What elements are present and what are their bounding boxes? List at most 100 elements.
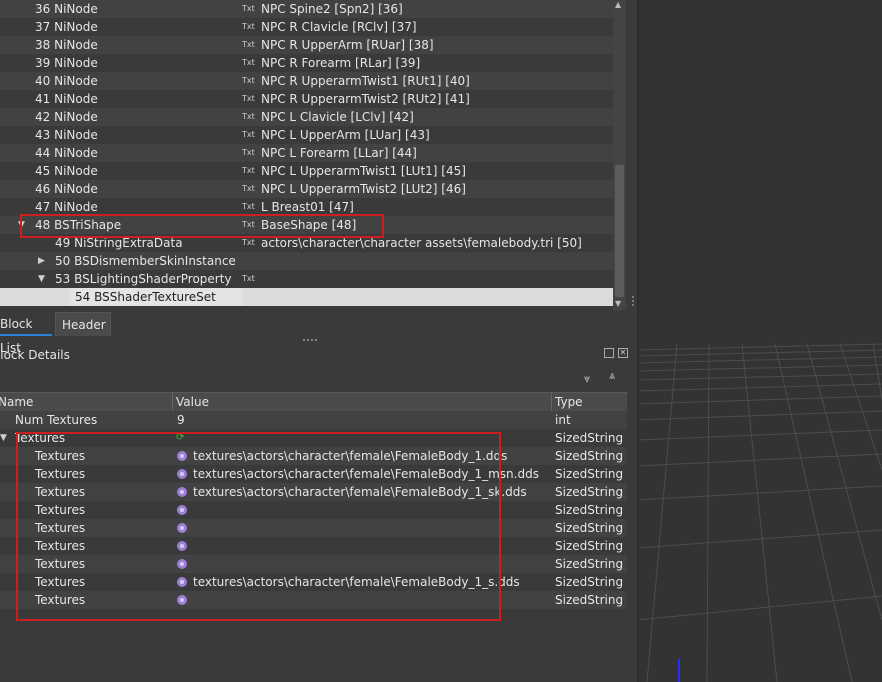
tree-row[interactable]: 49 NiStringExtraData Txt actors\characte… bbox=[0, 234, 613, 252]
tree-row[interactable]: 44 NiNode Txt NPC L Forearm [LLar] [44] bbox=[0, 144, 613, 162]
scroll-down-icon[interactable]: ▼ bbox=[615, 299, 621, 308]
block-tree[interactable]: 36 NiNode Txt NPC Spine2 [Spn2] [36] 37 … bbox=[0, 0, 613, 306]
block-name: NPC R UpperarmTwist1 [RUt1] [40] bbox=[261, 74, 470, 88]
expanded-arrow-icon[interactable]: ▼ bbox=[38, 270, 45, 288]
table-row[interactable]: Num Textures 9 int bbox=[0, 411, 627, 429]
table-row[interactable]: Textures textures\actors\character\femal… bbox=[0, 447, 627, 465]
tree-row[interactable]: ▶ 50 BSDismemberSkinInstance bbox=[0, 252, 613, 270]
tree-row-bstrishape[interactable]: ▼ 48 BSTriShape Txt BaseShape [48] bbox=[0, 216, 613, 234]
block-number: 48 bbox=[35, 218, 51, 232]
field-type: SizedString bbox=[555, 575, 624, 589]
column-header-value[interactable]: Value bbox=[176, 393, 209, 412]
tree-row[interactable]: 46 NiNode Txt NPC L UpperarmTwist2 [LUt2… bbox=[0, 180, 613, 198]
float-window-icon[interactable] bbox=[604, 348, 614, 358]
gear-icon bbox=[177, 577, 187, 587]
block-type: BSTriShape bbox=[54, 218, 122, 232]
expanded-arrow-icon[interactable]: ▼ bbox=[18, 216, 25, 234]
table-row[interactable]: ▼ Textures ⟳ SizedString bbox=[0, 429, 627, 447]
text-icon: Txt bbox=[242, 40, 255, 49]
block-number: 36 bbox=[35, 2, 51, 16]
table-row[interactable]: Textures textures\actors\character\femal… bbox=[0, 573, 627, 591]
text-icon: Txt bbox=[242, 130, 255, 139]
block-type: NiNode bbox=[54, 200, 98, 214]
table-row[interactable]: Textures SizedString bbox=[0, 501, 627, 519]
splitter-handle[interactable] bbox=[632, 0, 636, 310]
gear-icon bbox=[177, 487, 187, 497]
field-type: int bbox=[555, 413, 571, 427]
text-icon: Txt bbox=[242, 238, 255, 247]
field-value[interactable]: textures\actors\character\female\FemaleB… bbox=[193, 465, 539, 483]
field-name: Textures bbox=[35, 593, 86, 607]
field-name: Textures bbox=[35, 521, 86, 535]
tab-block-list[interactable]: Block List bbox=[0, 312, 52, 355]
text-icon: Txt bbox=[242, 184, 255, 193]
collapsed-arrow-icon[interactable]: ▶ bbox=[38, 252, 45, 270]
collapse-all-icon[interactable]: ⩔ bbox=[584, 372, 590, 386]
block-number: 50 bbox=[55, 254, 71, 268]
text-icon: Txt bbox=[242, 202, 255, 211]
block-number: 43 bbox=[35, 128, 51, 142]
block-type: NiNode bbox=[54, 146, 98, 160]
tree-row[interactable]: 47 NiNode Txt L Breast01 [47] bbox=[0, 198, 613, 216]
table-row[interactable]: Textures textures\actors\character\femal… bbox=[0, 483, 627, 501]
text-icon: Txt bbox=[242, 148, 255, 157]
field-value[interactable]: textures\actors\character\female\FemaleB… bbox=[193, 573, 520, 591]
block-name: NPC L Forearm [LLar] [44] bbox=[261, 146, 417, 160]
tree-row[interactable]: 37 NiNode Txt NPC R Clavicle [RClv] [37] bbox=[0, 18, 613, 36]
field-type: SizedString bbox=[555, 449, 624, 463]
column-header-name[interactable]: Name bbox=[0, 393, 33, 412]
field-type: SizedString bbox=[555, 539, 624, 553]
gear-icon bbox=[177, 595, 187, 605]
table-row[interactable]: Textures SizedString bbox=[0, 555, 627, 573]
field-type: SizedString bbox=[555, 503, 624, 517]
scrollbar-thumb[interactable] bbox=[615, 165, 624, 297]
field-type: SizedString bbox=[555, 485, 624, 499]
gear-icon bbox=[177, 523, 187, 533]
column-header-type[interactable]: Type bbox=[555, 393, 583, 412]
gear-icon bbox=[177, 559, 187, 569]
panel-splitter[interactable] bbox=[303, 339, 319, 341]
tree-scrollbar[interactable]: ▲ ▼ bbox=[613, 0, 626, 310]
tree-row[interactable]: 43 NiNode Txt NPC L UpperArm [LUar] [43] bbox=[0, 126, 613, 144]
tree-row[interactable]: 41 NiNode Txt NPC R UpperarmTwist2 [RUt2… bbox=[0, 90, 613, 108]
block-type: NiNode bbox=[54, 182, 98, 196]
block-name: NPC L UpperarmTwist2 [LUt2] [46] bbox=[261, 182, 466, 196]
expand-all-icon[interactable]: ⩓ bbox=[609, 369, 615, 383]
block-type: NiNode bbox=[54, 128, 98, 142]
block-number: 54 bbox=[75, 290, 91, 304]
table-row[interactable]: Textures SizedString bbox=[0, 591, 627, 609]
tree-row[interactable]: 42 NiNode Txt NPC L Clavicle [LClv] [42] bbox=[0, 108, 613, 126]
block-number: 49 bbox=[55, 236, 71, 250]
field-value[interactable]: 9 bbox=[177, 411, 185, 429]
text-icon: Txt bbox=[242, 4, 255, 13]
block-name: BaseShape [48] bbox=[261, 218, 357, 232]
tree-row[interactable]: 39 NiNode Txt NPC R Forearm [RLar] [39] bbox=[0, 54, 613, 72]
table-row[interactable]: Textures SizedString bbox=[0, 537, 627, 555]
scroll-up-icon[interactable]: ▲ bbox=[615, 0, 621, 9]
field-type: SizedString bbox=[555, 521, 624, 535]
tab-header[interactable]: Header bbox=[55, 312, 111, 336]
field-type: SizedString bbox=[555, 467, 624, 481]
tree-row-selected[interactable]: 54 BSShaderTextureSet bbox=[0, 288, 613, 306]
block-name: L Breast01 [47] bbox=[261, 200, 354, 214]
table-row[interactable]: Textures SizedString bbox=[0, 519, 627, 537]
block-type: NiNode bbox=[54, 110, 98, 124]
block-number: 53 bbox=[55, 272, 71, 286]
field-type: SizedString bbox=[555, 557, 624, 571]
tree-row[interactable]: ▼ 53 BSLightingShaderProperty Txt bbox=[0, 270, 613, 288]
close-icon[interactable]: ✕ bbox=[618, 348, 628, 358]
details-table: Num Textures 9 int ▼ Textures ⟳ SizedStr… bbox=[0, 411, 627, 611]
text-icon: Txt bbox=[242, 58, 255, 67]
field-value[interactable]: textures\actors\character\female\FemaleB… bbox=[193, 483, 527, 501]
field-value[interactable]: textures\actors\character\female\FemaleB… bbox=[193, 447, 507, 465]
block-number: 47 bbox=[35, 200, 51, 214]
tree-row[interactable]: 45 NiNode Txt NPC L UpperarmTwist1 [LUt1… bbox=[0, 162, 613, 180]
expanded-arrow-icon[interactable]: ▼ bbox=[0, 429, 7, 447]
text-icon: Txt bbox=[242, 76, 255, 85]
tree-row[interactable]: 38 NiNode Txt NPC R UpperArm [RUar] [38] bbox=[0, 36, 613, 54]
tree-row[interactable]: 36 NiNode Txt NPC Spine2 [Spn2] [36] bbox=[0, 0, 613, 18]
table-row[interactable]: Textures textures\actors\character\femal… bbox=[0, 465, 627, 483]
render-viewport[interactable] bbox=[637, 0, 882, 682]
tree-row[interactable]: 40 NiNode Txt NPC R UpperarmTwist1 [RUt1… bbox=[0, 72, 613, 90]
gear-icon bbox=[177, 451, 187, 461]
